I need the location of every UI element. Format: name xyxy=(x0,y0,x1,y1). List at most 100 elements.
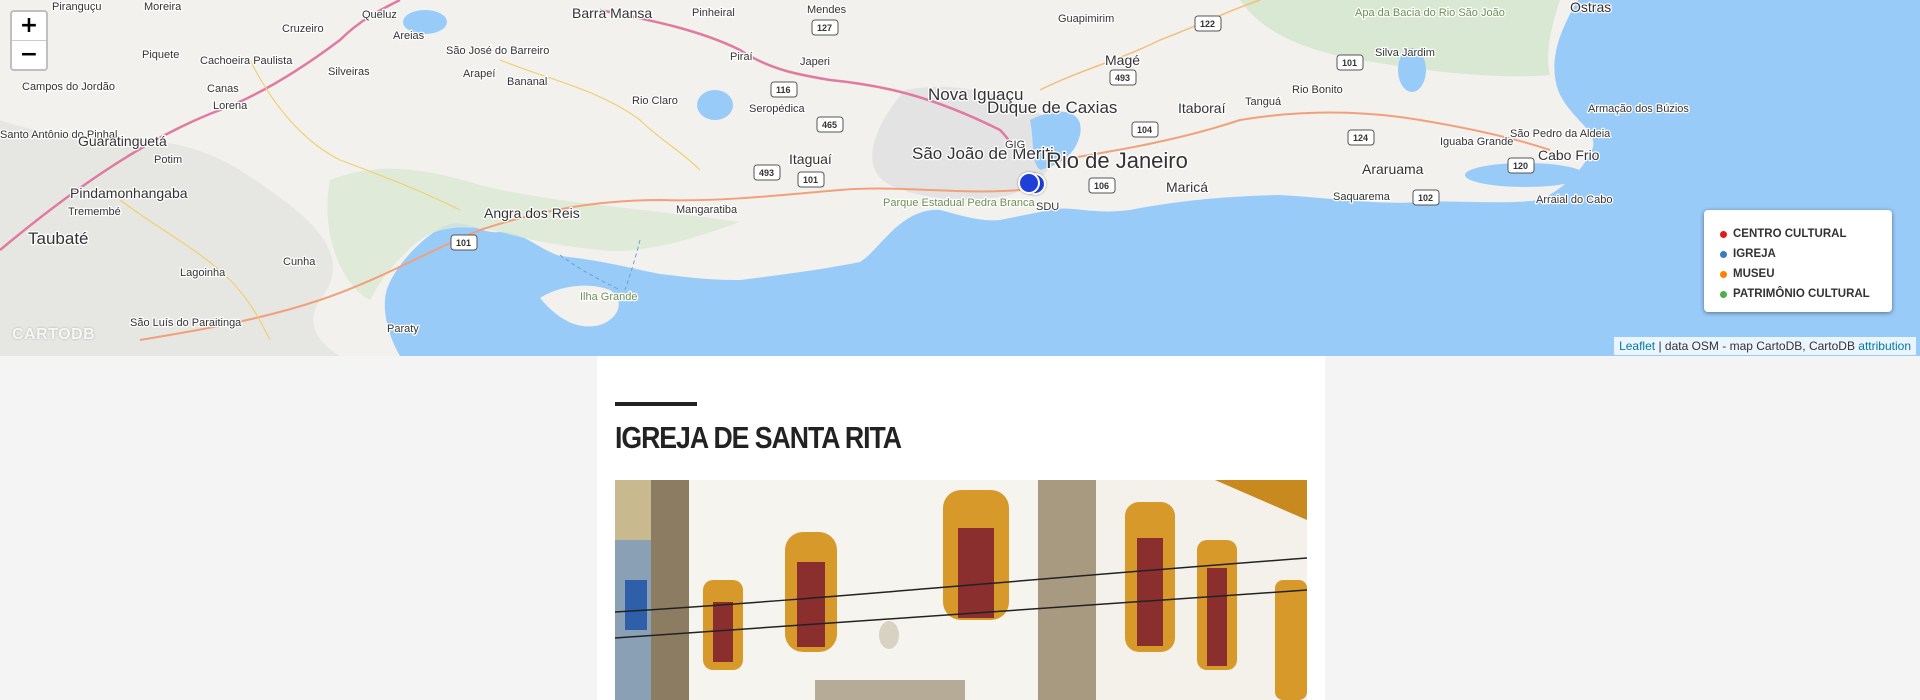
place-label: Lagoinha xyxy=(180,267,226,279)
place-label: Piquete xyxy=(142,49,179,61)
place-label: Tanguá xyxy=(1245,96,1282,108)
place-label: Rio de Janeiro xyxy=(1046,148,1188,173)
place-label: Cachoeira Paulista xyxy=(200,55,293,67)
place-label: São José do Barreiro xyxy=(446,45,549,57)
place-label: Armação dos Búzios xyxy=(1588,103,1689,115)
place-label: Areias xyxy=(393,30,425,42)
leaflet-link[interactable]: Leaflet xyxy=(1619,339,1655,353)
legend-item: IGREJA xyxy=(1720,244,1892,264)
place-label: Parque Estadual Pedra Branca xyxy=(883,197,1036,209)
place-label: Piraí xyxy=(730,51,753,63)
basemap[interactable]: Piranguçu Moreira Cruzeiro Queluz Areias… xyxy=(0,0,1920,356)
place-label: Japeri xyxy=(800,56,830,68)
road-shield: 101 xyxy=(450,234,478,251)
zoom-in-button[interactable]: + xyxy=(12,12,46,40)
legend-label: MUSEU xyxy=(1733,268,1775,280)
place-label: Maricá xyxy=(1166,179,1208,195)
place-label: Duque de Caxias xyxy=(987,98,1117,117)
place-label: Potim xyxy=(154,154,182,166)
legend-label: PATRIMÔNIO CULTURAL xyxy=(1733,288,1870,300)
place-label: SDU xyxy=(1036,201,1059,213)
place-label: São Luís do Paraitinga xyxy=(130,317,242,329)
road-shield: 116 xyxy=(770,81,798,98)
legend-dot-icon xyxy=(1720,270,1727,278)
place-label: Araruama xyxy=(1362,161,1424,177)
svg-text:106: 106 xyxy=(1094,181,1109,191)
legend-label: IGREJA xyxy=(1733,248,1776,260)
road-shield: 106 xyxy=(1088,177,1116,194)
road-shield: 101 xyxy=(1336,54,1364,71)
road-shield: 120 xyxy=(1507,157,1535,174)
svg-text:101: 101 xyxy=(803,175,818,185)
road-shield: 493 xyxy=(1109,69,1137,86)
svg-text:493: 493 xyxy=(759,168,774,178)
article-card: IGREJA DE SANTA RITA xyxy=(597,356,1325,700)
page-title: IGREJA DE SANTA RITA xyxy=(615,420,902,455)
attribution-text: | data OSM - map CartoDB, CartoDB xyxy=(1655,339,1859,353)
place-label: Guaratinguetá xyxy=(78,133,167,149)
svg-text:122: 122 xyxy=(1200,19,1215,29)
attribution-link[interactable]: attribution xyxy=(1858,339,1911,353)
road-shield: 127 xyxy=(811,19,839,36)
map-legend: CENTRO CULTURAL IGREJA MUSEU PATRIMÔNIO CUL… xyxy=(1704,210,1892,312)
place-label: Itaboraí xyxy=(1178,100,1226,116)
legend-item: PATRIMÔNIO CULTURAL xyxy=(1720,284,1892,304)
place-label: GIG xyxy=(1005,139,1025,151)
svg-text:102: 102 xyxy=(1418,193,1433,203)
place-label: Guapimirim xyxy=(1058,13,1114,25)
place-label: Angra dos Reis xyxy=(484,205,580,221)
place-label: Bananal xyxy=(507,76,547,88)
svg-text:120: 120 xyxy=(1513,161,1528,171)
svg-text:127: 127 xyxy=(817,23,832,33)
place-label: Pindamonhangaba xyxy=(70,185,188,201)
place-label: Pinheiral xyxy=(692,7,735,19)
place-label: Apa da Bacia do Rio São João xyxy=(1355,7,1505,19)
svg-text:116: 116 xyxy=(776,85,791,95)
legend-dot-icon xyxy=(1720,290,1727,298)
road-shield: 101 xyxy=(797,171,825,188)
place-label: Paraty xyxy=(387,323,419,335)
place-label: Piranguçu xyxy=(52,1,102,13)
legend-dot-icon xyxy=(1720,230,1727,238)
place-label: Canas xyxy=(207,83,239,95)
cartodb-logo: CARTODB xyxy=(12,326,96,343)
church-photo xyxy=(615,480,1307,700)
church-photo-image xyxy=(615,480,1307,700)
place-label: Mangaratiba xyxy=(676,204,738,216)
place-label: Itaguaí xyxy=(789,151,832,167)
lake xyxy=(697,90,733,120)
place-label: Ilha Grande xyxy=(580,291,637,303)
road-shield: 122 xyxy=(1194,15,1222,32)
road-shield: 124 xyxy=(1347,129,1375,146)
place-label: Seropédica xyxy=(749,103,806,115)
place-label: Moreira xyxy=(144,1,182,13)
map[interactable]: Piranguçu Moreira Cruzeiro Queluz Areias… xyxy=(0,0,1920,356)
zoom-out-button[interactable]: − xyxy=(12,40,46,69)
place-label: Mendes xyxy=(807,4,847,16)
svg-text:101: 101 xyxy=(1342,58,1357,68)
place-label: Cunha xyxy=(283,256,316,268)
svg-text:104: 104 xyxy=(1137,125,1152,135)
place-label: Arraial do Cabo xyxy=(1536,194,1612,206)
place-label: Cabo Frio xyxy=(1538,147,1600,163)
place-label: Cruzeiro xyxy=(282,23,324,35)
road-shield: 493 xyxy=(753,164,781,181)
place-label: Saquarema xyxy=(1333,191,1391,203)
place-label: Queluz xyxy=(362,9,397,21)
place-label: Lorena xyxy=(213,100,248,112)
place-label: Rio Bonito xyxy=(1292,84,1343,96)
svg-text:124: 124 xyxy=(1353,133,1368,143)
place-label: Iguaba Grande xyxy=(1440,136,1513,148)
place-label: São Pedro da Aldeia xyxy=(1510,128,1611,140)
place-label: Ostras xyxy=(1570,0,1611,15)
title-rule xyxy=(615,402,697,406)
map-marker[interactable] xyxy=(1018,172,1040,194)
place-label: Rio Claro xyxy=(632,95,678,107)
place-label: Tremembé xyxy=(68,206,121,218)
zoom-control: + − xyxy=(10,10,48,71)
place-label: Silveiras xyxy=(328,66,370,78)
svg-text:465: 465 xyxy=(822,120,837,130)
place-label: Arapeí xyxy=(463,68,495,80)
svg-text:101: 101 xyxy=(456,238,471,248)
road-shield: 102 xyxy=(1412,189,1440,206)
